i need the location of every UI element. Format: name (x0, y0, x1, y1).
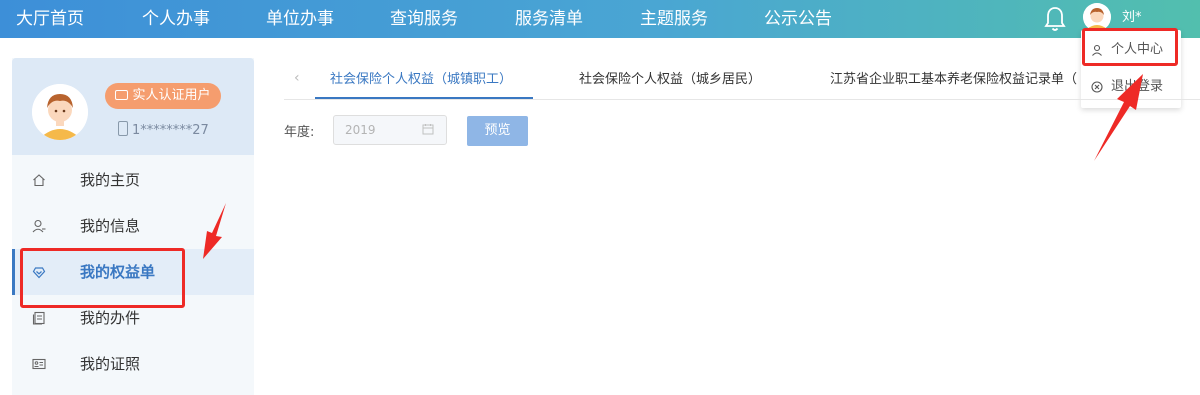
nav-announcements[interactable]: 公示公告 (764, 0, 832, 38)
document-icon (32, 311, 45, 325)
real-name-auth-badge: 实人认证用户 (105, 83, 221, 109)
sidebar-item-my-cases[interactable]: 我的办件 (12, 295, 254, 341)
top-nav-bar: 大厅首页 个人办事 单位办事 查询服务 服务清单 主题服务 公示公告 刘* (0, 0, 1200, 38)
tabs-divider (284, 99, 1200, 100)
nav-query-services[interactable]: 查询服务 (390, 0, 458, 38)
user-avatar[interactable] (1083, 3, 1111, 31)
nav-service-list[interactable]: 服务清单 (515, 0, 583, 38)
phone-number-text: 1********27 (132, 123, 209, 138)
nav-hall-home[interactable]: 大厅首页 (16, 0, 84, 38)
tab-urban-employee-rights[interactable]: 社会保险个人权益（城镇职工） (330, 60, 512, 100)
sidebar-item-label: 我的主页 (80, 171, 141, 189)
heart-shield-icon (32, 267, 46, 279)
sidebar-item-label: 我的权益单 (80, 263, 156, 281)
year-label: 年度: (284, 125, 315, 140)
profile-card: 实人认证用户 1********27 (12, 58, 254, 155)
home-icon (33, 174, 45, 187)
sidebar-item-home[interactable]: 我的主页 (12, 157, 254, 203)
user-dropdown-menu: 个人中心 退出登录 (1081, 30, 1181, 108)
auth-badge-label: 实人认证用户 (132, 88, 211, 103)
id-card-icon (32, 358, 46, 370)
phone-icon (118, 121, 128, 136)
sidebar-item-my-rights[interactable]: 我的权益单 (12, 249, 254, 295)
sidebar-item-label: 我的证照 (80, 355, 141, 373)
nav-unit-affairs[interactable]: 单位办事 (266, 0, 334, 38)
user-icon (1092, 44, 1102, 56)
phone-number: 1********27 (118, 121, 209, 138)
tabs-scroll-left-icon[interactable]: ‹ (294, 70, 300, 86)
tab-jiangsu-pension-record[interactable]: 江苏省企业职工基本养老保险权益记录单（ (830, 60, 1077, 100)
logout-icon (1091, 81, 1103, 93)
nav-theme-services[interactable]: 主题服务 (640, 0, 708, 38)
left-sidebar: 实人认证用户 1********27 我的主页 我的信息 我的权益单 我的办件 … (12, 58, 254, 395)
tab-urban-rural-resident-rights[interactable]: 社会保险个人权益（城乡居民） (579, 60, 761, 100)
personal-center-label: 个人中心 (1111, 42, 1164, 57)
profile-avatar (32, 84, 88, 140)
nav-personal-affairs[interactable]: 个人办事 (142, 0, 210, 38)
camera-icon (115, 90, 129, 100)
sidebar-item-label: 我的办件 (80, 309, 141, 327)
menu-item-personal-center[interactable]: 个人中心 (1081, 33, 1181, 67)
sidebar-item-my-licenses[interactable]: 我的证照 (12, 341, 254, 387)
sidebar-item-label: 我的信息 (80, 217, 141, 235)
year-value: 2019 (345, 123, 376, 137)
active-indicator (12, 249, 15, 295)
bell-icon[interactable] (1043, 5, 1067, 33)
calendar-icon[interactable] (422, 123, 434, 135)
sidebar-item-my-info[interactable]: 我的信息 (12, 203, 254, 249)
preview-button[interactable]: 预览 (467, 116, 528, 146)
active-tab-underline (315, 97, 533, 99)
user-icon (32, 219, 46, 233)
